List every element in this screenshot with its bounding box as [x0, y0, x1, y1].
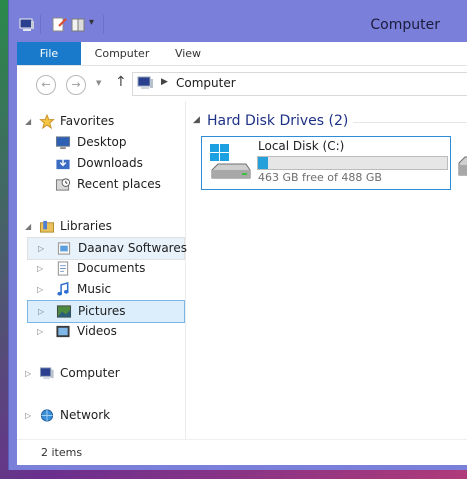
expand-chevron-icon[interactable]: ◢ — [25, 216, 35, 237]
downloads-icon — [56, 156, 70, 170]
customize-dropdown-icon[interactable]: ▾ — [89, 17, 94, 28]
address-field[interactable]: ▶ Computer — [132, 72, 467, 96]
pc-icon — [137, 76, 153, 89]
collapse-chevron-icon[interactable]: ▷ — [25, 405, 35, 426]
nav-computer-label: Computer — [60, 366, 120, 380]
nav-favorites-label: Favorites — [60, 114, 115, 128]
nav-videos[interactable]: ▷ Videos — [27, 321, 183, 342]
ribbon-tabs: File Computer View — [17, 42, 467, 65]
explorer-window: ▾ Computer File Computer View ← → ▼ ↑ ▶ … — [8, 0, 467, 470]
nav-favorites[interactable]: ◢ Favorites — [25, 111, 183, 132]
desktop-icon — [55, 136, 71, 150]
network-icon — [40, 409, 54, 422]
group-divider — [353, 122, 467, 123]
local-disk-icon — [210, 144, 251, 179]
tab-view[interactable]: View — [163, 42, 213, 65]
qat-separator — [103, 15, 104, 34]
nav-music[interactable]: ▷ Music — [27, 279, 183, 300]
drive-usage-bar — [257, 156, 448, 170]
disk-icon — [458, 156, 467, 176]
drive-usage-fill — [258, 157, 268, 169]
recent-places-icon — [55, 178, 71, 191]
nav-daanav-softwares[interactable]: ▷ Daanav Softwares — [27, 237, 187, 260]
nav-desktop-label: Desktop — [77, 135, 127, 149]
nav-videos-label: Videos — [77, 324, 117, 338]
forward-button[interactable]: → — [66, 75, 86, 95]
collapse-chevron-icon[interactable]: ▷ — [37, 279, 47, 300]
new-folder-icon[interactable] — [70, 17, 86, 33]
properties-icon[interactable] — [51, 17, 67, 33]
pictures-icon — [56, 305, 72, 318]
status-bar: 2 items — [17, 439, 467, 465]
breadcrumb-location[interactable]: Computer — [176, 76, 236, 90]
group-collapse-chevron-icon[interactable]: ◢ — [193, 115, 200, 125]
title-bar: ▾ Computer — [9, 0, 467, 42]
music-icon — [57, 282, 69, 296]
nav-desktop[interactable]: Desktop — [25, 132, 183, 153]
nav-daanav-softwares-label: Daanav Softwares — [78, 241, 187, 255]
collapse-chevron-icon[interactable]: ▷ — [38, 238, 48, 259]
second-drive-icon[interactable] — [457, 151, 467, 181]
nav-pictures-label: Pictures — [78, 304, 126, 318]
content-area: ◢ Favorites Desktop Downloads Recent pla… — [17, 101, 467, 439]
nav-pictures[interactable]: ▷ Pictures — [27, 300, 185, 323]
collapse-chevron-icon[interactable]: ▷ — [37, 258, 47, 279]
drive-tile-c[interactable]: Local Disk (C:) 463 GB free of 488 GB — [201, 136, 451, 190]
nav-computer[interactable]: ▷ Computer — [25, 363, 183, 384]
nav-libraries[interactable]: ◢ Libraries — [25, 216, 183, 237]
nav-downloads[interactable]: Downloads — [25, 153, 183, 174]
nav-music-label: Music — [77, 282, 112, 296]
collapse-chevron-icon[interactable]: ▷ — [38, 301, 48, 322]
expand-chevron-icon[interactable]: ◢ — [25, 111, 35, 132]
libraries-icon — [39, 220, 55, 233]
star-icon — [39, 114, 55, 129]
nav-network-label: Network — [60, 408, 111, 422]
item-count: 2 items — [41, 446, 83, 459]
group-header[interactable]: Hard Disk Drives (2) — [207, 113, 348, 129]
tab-computer[interactable]: Computer — [81, 42, 163, 65]
folder-library-icon — [57, 242, 71, 255]
nav-network[interactable]: ▷ Network — [25, 405, 183, 426]
address-bar: ← → ▼ ↑ ▶ Computer — [17, 65, 467, 102]
nav-documents-label: Documents — [77, 261, 146, 275]
nav-recent-places-label: Recent places — [77, 177, 161, 191]
pc-system-icon[interactable] — [19, 17, 35, 33]
tab-file[interactable]: File — [17, 42, 81, 65]
nav-recent-places[interactable]: Recent places — [25, 174, 183, 195]
back-button[interactable]: ← — [36, 75, 56, 95]
drive-label: Local Disk (C:) — [258, 139, 345, 153]
breadcrumb-separator-icon[interactable]: ▶ — [161, 77, 168, 87]
drive-free-space: 463 GB free of 488 GB — [258, 171, 382, 184]
nav-downloads-label: Downloads — [77, 156, 143, 170]
collapse-chevron-icon[interactable]: ▷ — [37, 321, 47, 342]
navigation-pane: ◢ Favorites Desktop Downloads Recent pla… — [17, 101, 187, 439]
up-button[interactable]: ↑ — [115, 74, 127, 90]
qat-separator — [40, 15, 41, 34]
recent-locations-dropdown-icon[interactable]: ▼ — [96, 79, 101, 87]
nav-libraries-label: Libraries — [60, 219, 112, 233]
collapse-chevron-icon[interactable]: ▷ — [25, 363, 35, 384]
documents-icon — [57, 261, 69, 276]
window-title: Computer — [370, 17, 440, 33]
computer-icon — [39, 367, 54, 380]
nav-documents[interactable]: ▷ Documents — [27, 258, 183, 279]
videos-icon — [56, 325, 70, 338]
